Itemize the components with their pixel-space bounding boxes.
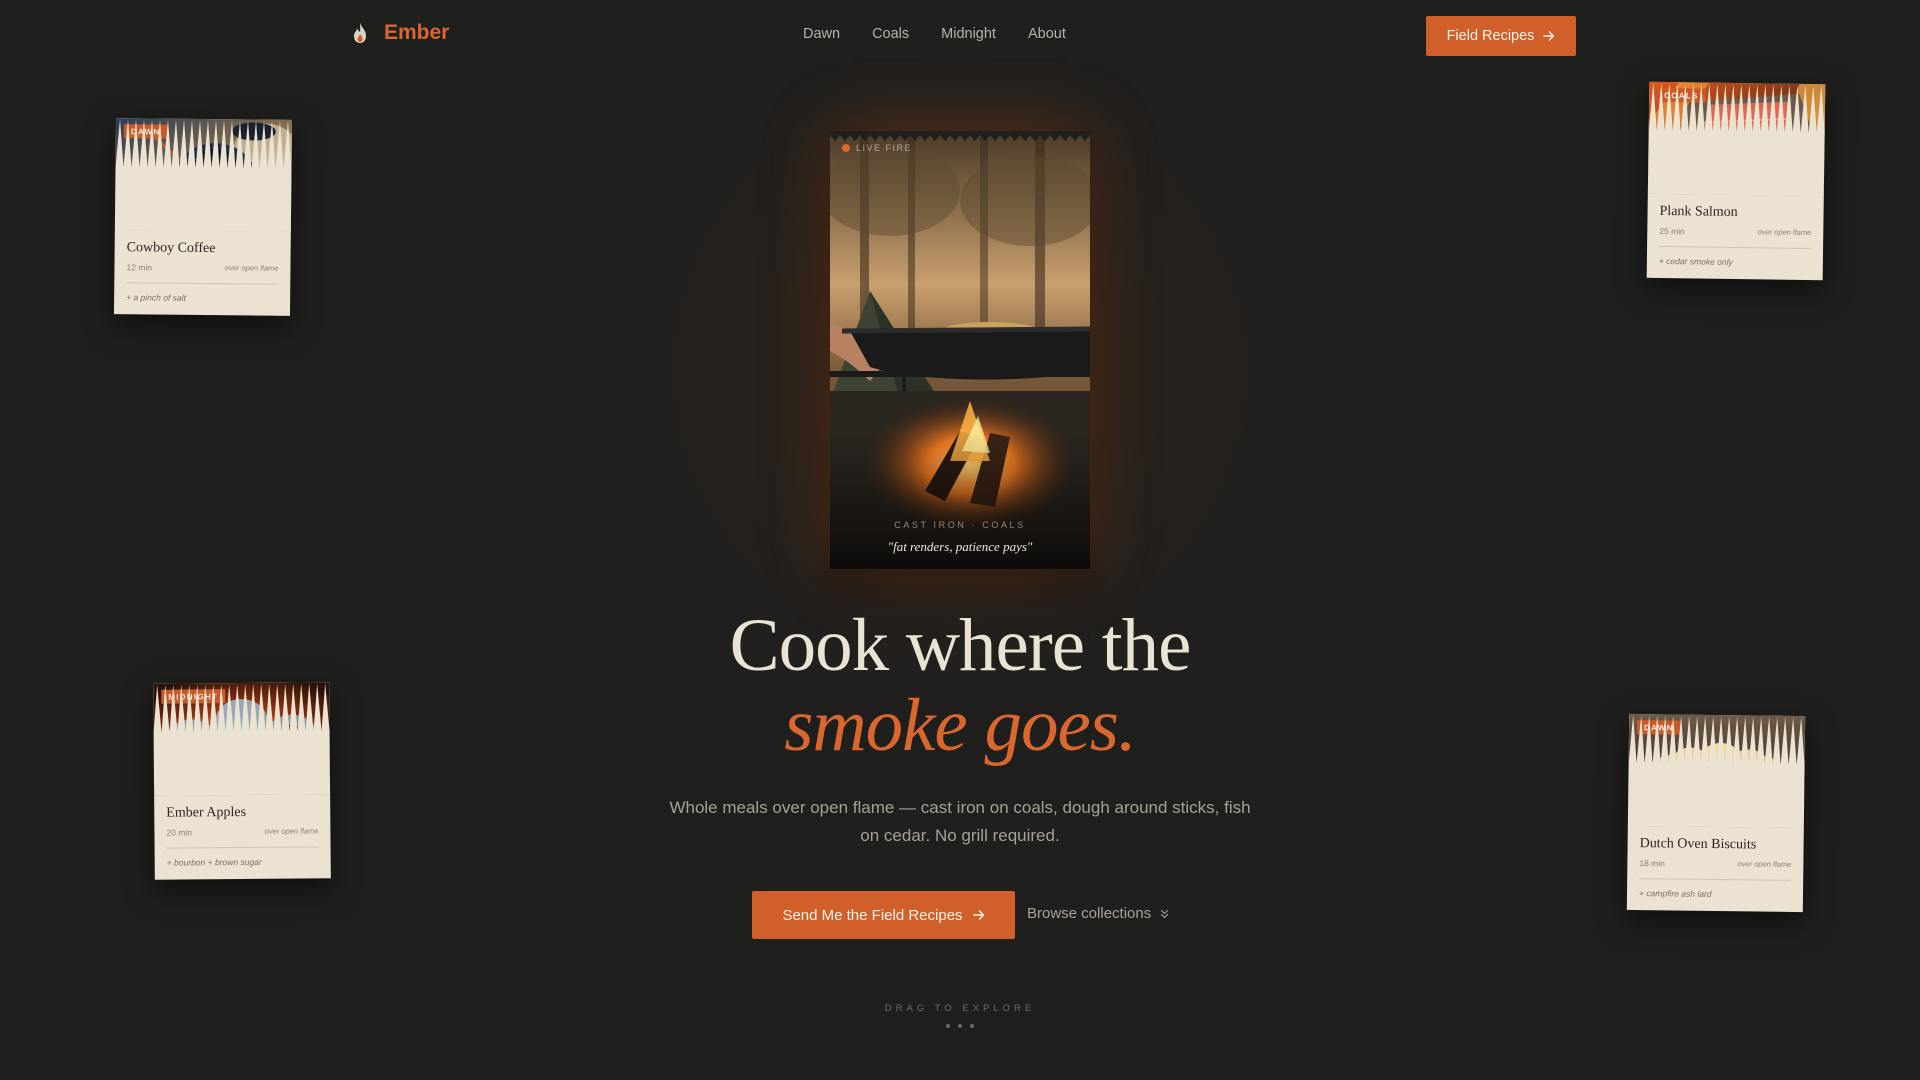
torn-edge [114,119,292,232]
nav-links: Dawn Coals Midnight About [803,26,1066,42]
headline-line-1: Cook where the [729,604,1192,687]
card-title: Cowboy Coffee [126,240,216,257]
card-method: over open flame [1737,859,1792,869]
card-photo: DAWN [114,118,293,232]
flame-icon [354,23,366,43]
brand-name: Ember [384,21,450,44]
card-photo: DAWN [1627,713,1806,829]
send-field-recipes-button[interactable]: Send Me the Field Recipes [752,891,1015,939]
live-badge-label: LIVE FIRE [856,143,913,153]
drag-dots-icon [946,1024,974,1030]
card-photo: COALS [1647,81,1826,197]
browse-collections-label: Browse collections [1027,905,1152,922]
arrow-right-icon [972,910,984,920]
torn-edge [1627,714,1805,829]
recipe-card-plank-salmon[interactable]: COALS Plank Salmon 25 min over open flam… [1646,81,1826,281]
hero-headline: Cook where the smoke goes. [560,606,1360,766]
card-method: over open flame [264,826,319,836]
card-note: + cedar smoke only [1658,255,1733,267]
card-time: 18 min [1639,858,1665,869]
nav-link-about[interactable]: About [1028,26,1066,42]
recipe-card-ember-apples[interactable]: MIDNIGHT Ember Apples 20 min over open f… [153,682,331,880]
photo-caption-quote: "fat renders, patience pays" [887,539,1033,554]
field-recipes-button[interactable]: Field Recipes [1426,16,1576,56]
torn-edge [153,683,331,796]
hero-photo-card: LIVE FIRE CAST IRON · COALS "fat renders… [830,131,1090,569]
card-title: Plank Salmon [1659,203,1738,221]
divider [1639,878,1792,881]
card-note: + a pinch of salt [126,292,186,303]
card-meta: 12 min over open flame [126,262,278,274]
drag-hint: DRAG TO EXPLORE [884,1003,1036,1014]
card-body: Plank Salmon 25 min over open flame + ce… [1647,194,1824,280]
card-note: + campfire ash lard [1638,888,1712,899]
send-field-recipes-label: Send Me the Field Recipes [782,906,963,924]
live-badge: LIVE FIRE [842,143,912,153]
headline-line-2: smoke goes. [784,684,1136,767]
brand-logo[interactable]: Ember [350,21,449,45]
nav-link-coals[interactable]: Coals [872,26,909,42]
nav-link-dawn[interactable]: Dawn [803,26,840,42]
recipe-card-cowboy-coffee[interactable]: DAWN Cowboy Coffee 12 min over open flam… [113,118,293,316]
card-time: 20 min [166,827,193,838]
recipe-card-dutch-oven-biscuits[interactable]: DAWN Dutch Oven Biscuits 18 min over ope… [1626,713,1806,913]
card-method: over open flame [224,263,279,273]
dot [970,1024,974,1028]
browse-collections-link[interactable]: Browse collections [1027,905,1169,922]
card-time: 25 min [1659,225,1685,237]
hero-subheading: Whole meals over open flame — cast iron … [669,798,1251,845]
card-title: Dutch Oven Biscuits [1639,836,1757,853]
nav-link-midnight[interactable]: Midnight [941,26,996,42]
campfire-skillet-image [830,131,1090,569]
live-dot-icon [842,144,850,152]
arrow-right-icon [1543,31,1555,41]
card-body: Dutch Oven Biscuits 18 min over open fla… [1627,826,1804,912]
divider [126,282,279,285]
field-recipes-label: Field Recipes [1446,28,1535,44]
double-chevron-down-icon [1161,909,1169,918]
card-method: over open flame [1757,227,1812,238]
page: Ember Dawn Coals Midnight About Field Re… [0,0,1920,1080]
card-photo: MIDNIGHT [153,682,331,796]
dot [946,1024,950,1028]
card-body: Ember Apples 20 min over open flame + bo… [154,794,331,880]
torn-edge [1647,82,1825,197]
torn-edge [830,131,1090,141]
card-body: Cowboy Coffee 12 min over open flame + a… [114,230,291,316]
top-nav: Ember Dawn Coals Midnight About Field Re… [0,0,1920,72]
card-meta: 25 min over open flame [1659,226,1811,238]
card-note: + bourbon + brown sugar [166,856,262,868]
photo-caption-label: CAST IRON · COALS [894,520,1026,530]
dot [958,1024,962,1028]
card-time: 12 min [126,262,153,273]
card-meta: 18 min over open flame [1639,858,1791,870]
divider [1659,245,1812,250]
card-title: Ember Apples [166,804,247,821]
divider [166,846,319,849]
card-meta: 20 min over open flame [166,826,318,837]
